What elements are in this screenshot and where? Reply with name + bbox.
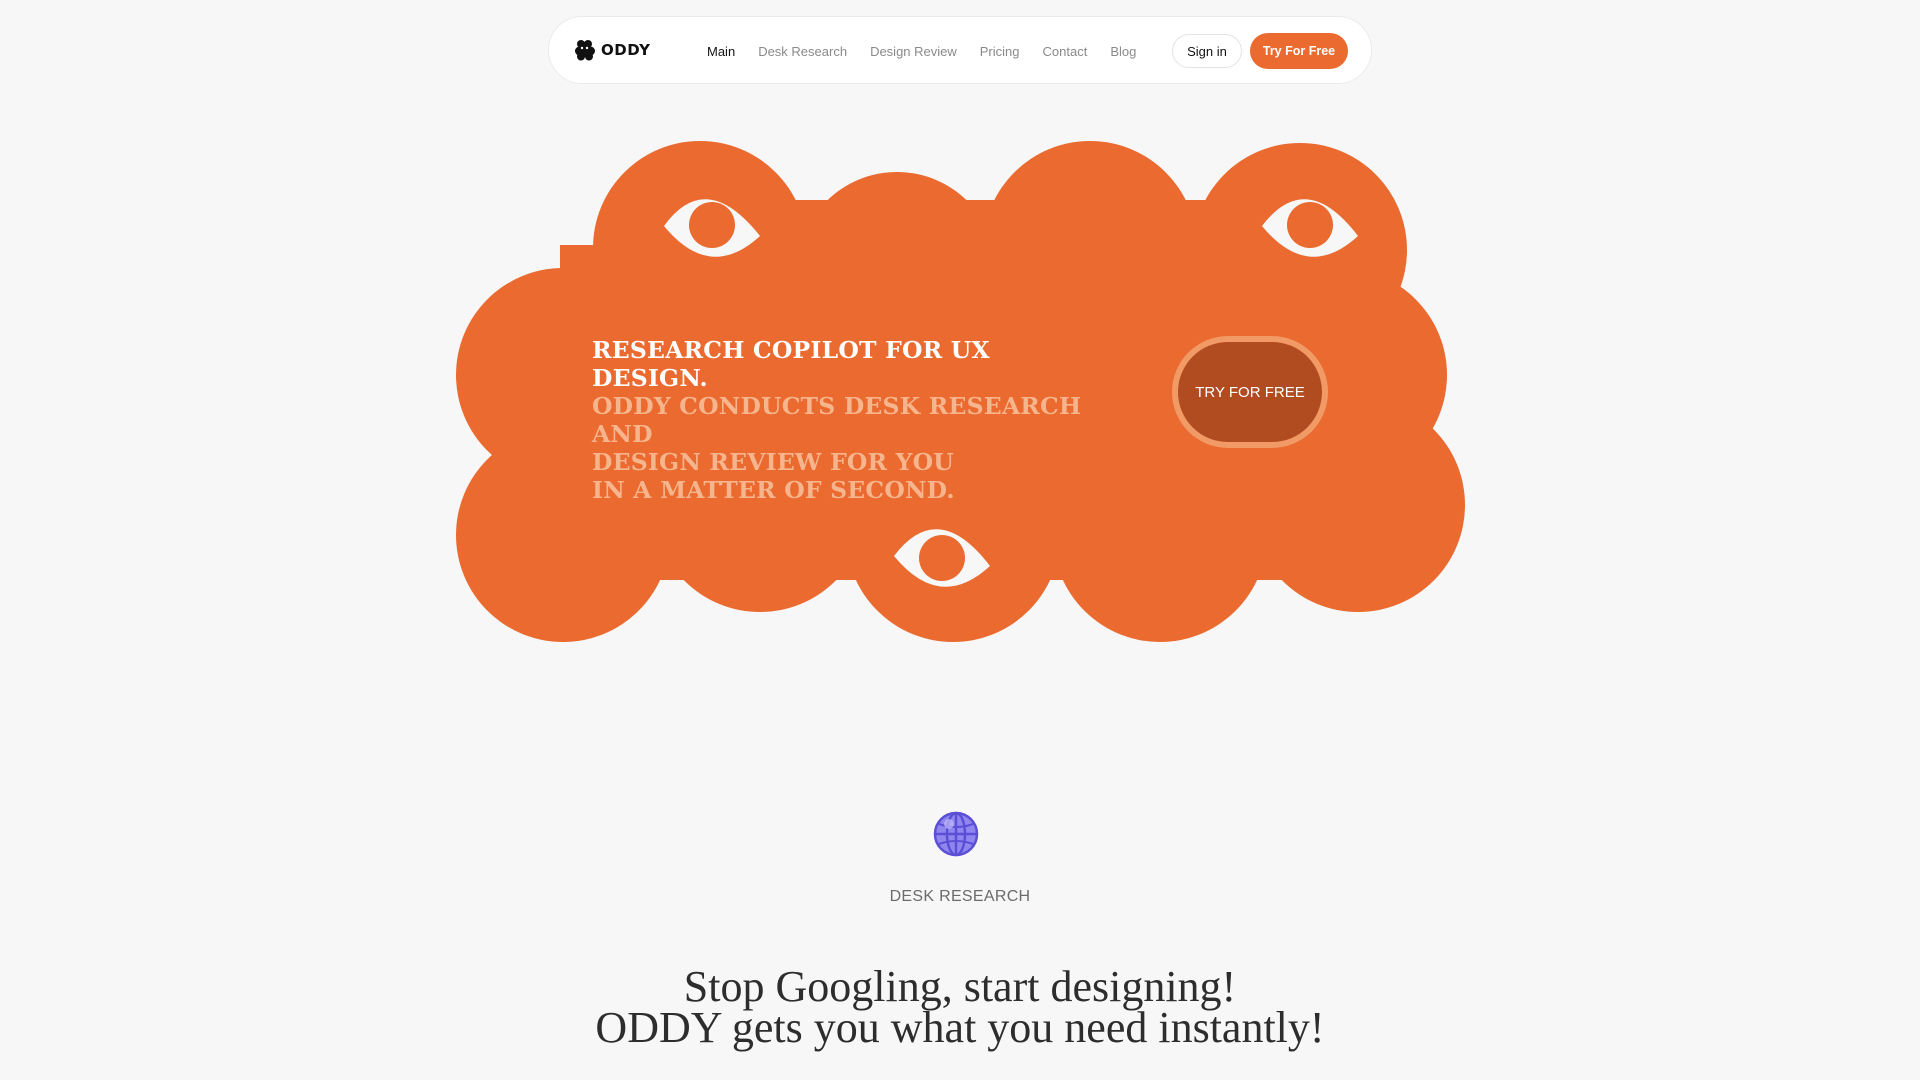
hero-description-line-2: DESIGN REVIEW FOR YOU xyxy=(592,448,954,476)
hero-try-for-free-button[interactable]: TRY FOR FREE xyxy=(1178,342,1322,442)
desk-research-label: DESK RESEARCH xyxy=(889,888,1031,905)
desk-research-heading-line-2: ODDY gets you what you need instantly! xyxy=(595,1003,1325,1052)
desk-research-heading-line-1: Stop Googling, start designing! xyxy=(683,962,1237,1011)
hero-tagline: RESEARCH COPILOT FOR UX DESIGN. xyxy=(592,336,990,392)
hero-description-line-3: IN A MATTER OF SECOND. xyxy=(592,476,955,504)
hero-description-line-1: ODDY CONDUCTS DESK RESEARCH AND xyxy=(592,392,1082,448)
hero-headline: RESEARCH COPILOT FOR UX DESIGN. ODDY CON… xyxy=(592,336,1112,504)
globe-icon xyxy=(933,811,979,857)
hero-cloud-illustration xyxy=(456,141,1465,642)
desk-research-heading: Stop Googling, start designing! ODDY get… xyxy=(0,962,1920,1052)
